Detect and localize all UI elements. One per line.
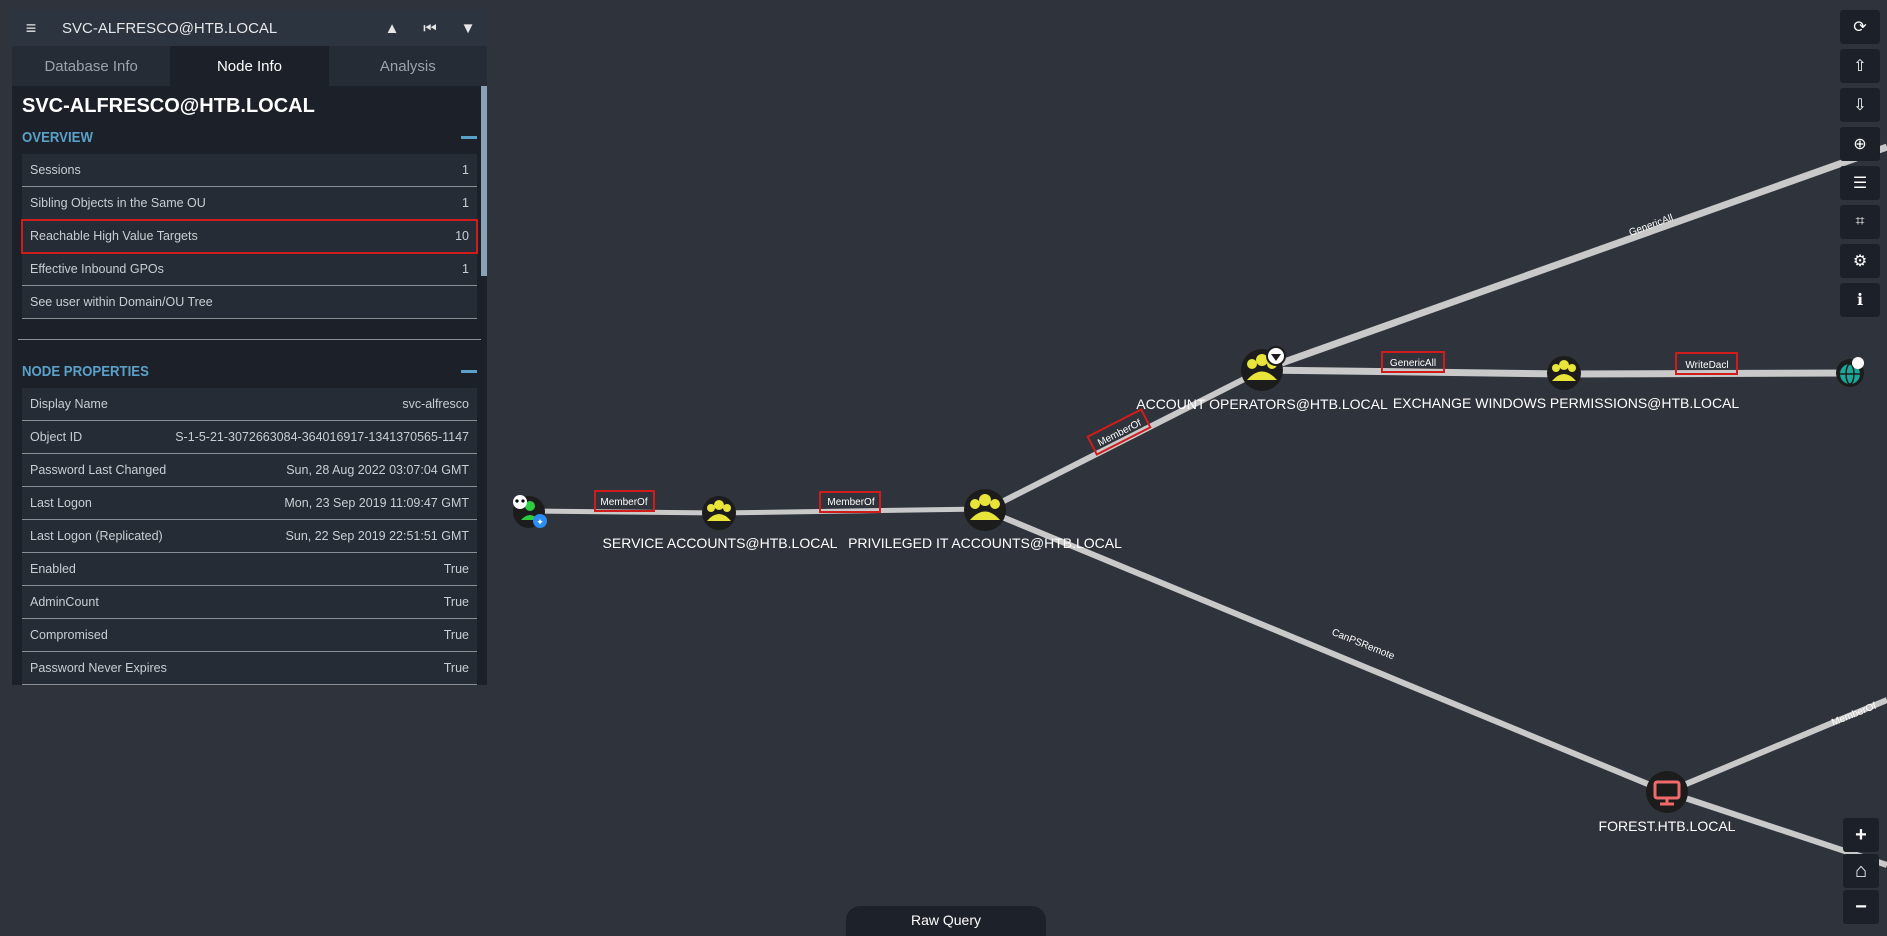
raw-query-toggle[interactable]: Raw Query (846, 906, 1046, 936)
node-panel: ≡ SVC-ALFRESCO@HTB.LOCAL ▲ ⏮ ▼ Database … (12, 10, 487, 685)
search-input[interactable]: SVC-ALFRESCO@HTB.LOCAL (50, 20, 373, 37)
overview-title: OVERVIEW (22, 128, 93, 146)
home-icon[interactable]: ⌂ (1843, 854, 1879, 888)
node-forest[interactable]: FOREST.HTB.LOCAL (1599, 771, 1736, 834)
overview-header[interactable]: OVERVIEW (12, 120, 487, 154)
filter-icon[interactable]: ▼ (449, 20, 487, 37)
prop-row: Display Name svc-alfresco (22, 388, 477, 421)
edge-labels: MemberOf MemberOf MemberOf GenericAll Wr… (594, 213, 1878, 729)
edge-label-memberof-1: MemberOf (600, 497, 647, 508)
label-forest: FOREST.HTB.LOCAL (1599, 818, 1736, 834)
overview-row-high-value[interactable]: Reachable High Value Targets 10 (21, 219, 478, 254)
label-account-operators: ACCOUNT OPERATORS@HTB.LOCAL (1136, 396, 1388, 412)
up-circle-icon[interactable]: ⊕ (1840, 127, 1880, 161)
properties-table: Display Name svc-alfresco Object ID S-1-5-… (22, 388, 477, 685)
node-account-operators[interactable]: ACCOUNT OPERATORS@HTB.LOCAL (1136, 346, 1388, 412)
list-icon[interactable]: ☰ (1840, 166, 1880, 200)
zoom-out-icon[interactable]: − (1843, 890, 1879, 924)
prop-row: Last Logon Mon, 23 Sep 2019 11:09:47 GMT (22, 487, 477, 520)
edge-acctops-topright (1260, 143, 1887, 374)
search-bar: ≡ SVC-ALFRESCO@HTB.LOCAL ▲ ⏮ ▼ (12, 10, 487, 46)
overview-table: Sessions 1 Sibling Objects in the Same OU… (21, 154, 478, 319)
prop-row: Compromised True (22, 619, 477, 652)
node-privileged-it[interactable]: PRIVILEGED IT ACCOUNTS@HTB.LOCAL (848, 489, 1122, 551)
prop-row: AdminCount True (22, 586, 477, 619)
prop-row: Object ID S-1-5-21-3072663084-364016917-1… (22, 421, 477, 454)
divider (18, 339, 481, 340)
label-service-accounts: SERVICE ACCOUNTS@HTB.LOCAL (603, 535, 838, 551)
overview-row-gpos[interactable]: Effective Inbound GPOs 1 (22, 253, 477, 286)
edge-privileged-forest (988, 509, 1669, 795)
prop-row: Enabled True (22, 553, 477, 586)
tab-database-info[interactable]: Database Info (12, 46, 170, 86)
properties-title: NODE PROPERTIES (22, 362, 149, 380)
edge-label-memberof-2: MemberOf (827, 497, 874, 508)
edge-label-genericall-1: GenericAll (1390, 358, 1436, 369)
edge-label-writedacl: WriteDacl (1685, 360, 1728, 371)
overview-row-ou-tree[interactable]: See user within Domain/OU Tree (22, 286, 477, 319)
prop-row: Last Logon (Replicated) Sun, 22 Sep 2019 … (22, 520, 477, 553)
tab-node-info[interactable]: Node Info (170, 46, 329, 86)
label-exchange-windows: EXCHANGE WINDOWS PERMISSIONS@HTB.LOCAL (1393, 395, 1740, 411)
overview-row-siblings[interactable]: Sibling Objects in the Same OU 1 (22, 187, 477, 220)
download-icon[interactable]: ⇩ (1840, 88, 1880, 122)
node-info-content: SVC-ALFRESCO@HTB.LOCAL OVERVIEW Sessions… (12, 86, 487, 685)
prop-row: Password Last Changed Sun, 28 Aug 2022 03… (22, 454, 477, 487)
collapse-icon[interactable] (461, 135, 477, 139)
svg-text:✦: ✦ (536, 517, 544, 527)
collapse-icon[interactable] (461, 369, 477, 373)
node-title: SVC-ALFRESCO@HTB.LOCAL (22, 95, 315, 117)
info-icon[interactable]: ℹ (1840, 283, 1880, 317)
tab-analysis[interactable]: Analysis (329, 46, 487, 86)
pathfinding-icon[interactable]: ▲ (373, 20, 411, 37)
overview-row-sessions[interactable]: Sessions 1 (22, 154, 477, 187)
panel-tabs: Database Info Node Info Analysis (12, 46, 487, 86)
edge-label-memberof-4: MemberOf (1830, 701, 1878, 729)
node-domain[interactable] (1836, 357, 1864, 387)
label-privileged-it: PRIVILEGED IT ACCOUNTS@HTB.LOCAL (848, 535, 1122, 551)
prop-row: Password Never Expires True (22, 652, 477, 685)
chart-icon[interactable]: ⌗ (1840, 205, 1880, 239)
node-svc-alfresco[interactable]: ✦ (513, 495, 547, 528)
upload-icon[interactable]: ⇧ (1840, 49, 1880, 83)
gears-icon[interactable]: ⚙ (1840, 244, 1880, 278)
properties-header[interactable]: NODE PROPERTIES (12, 354, 487, 388)
back-icon[interactable]: ⏮ (411, 20, 449, 37)
zoom-in-icon[interactable]: + (1843, 818, 1879, 852)
refresh-icon[interactable]: ⟳ (1840, 10, 1880, 44)
panel-scrollbar[interactable] (481, 86, 487, 276)
menu-icon[interactable]: ≡ (12, 18, 50, 39)
